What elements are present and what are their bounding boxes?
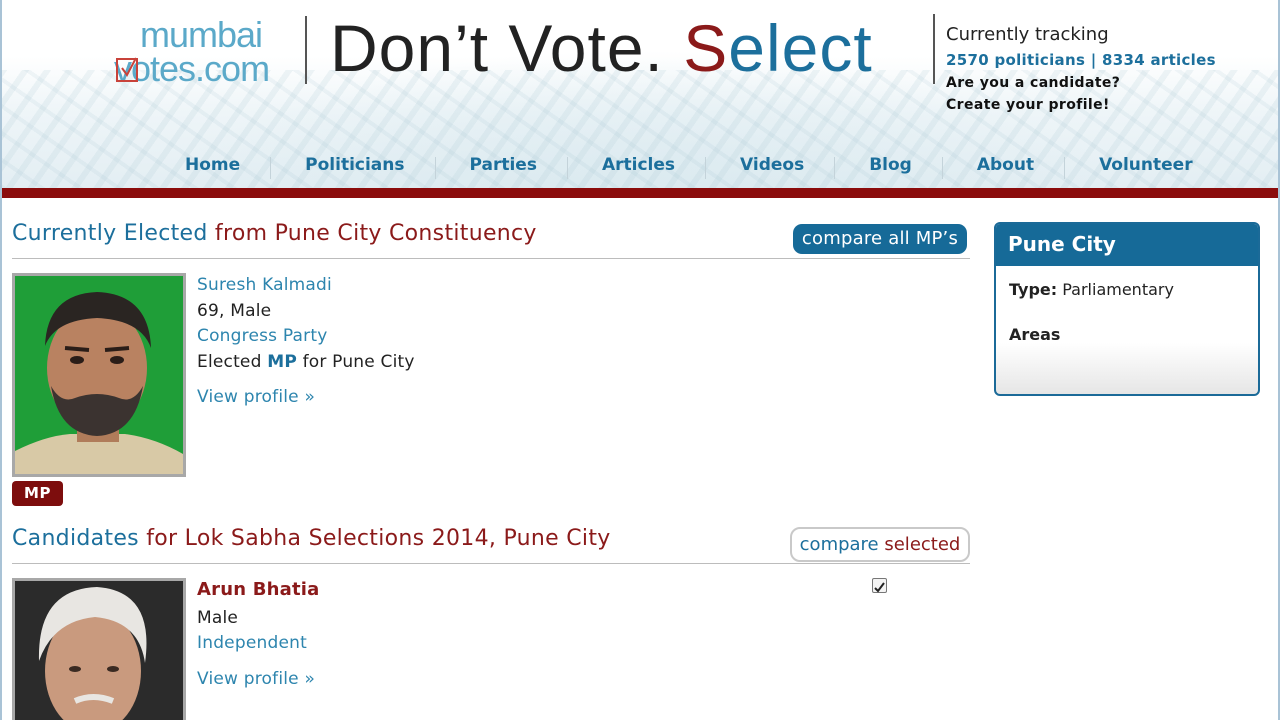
checkmark-icon xyxy=(874,582,885,593)
nav-about[interactable]: About xyxy=(941,155,1064,179)
mp-elected-line: Elected MP for Pune City xyxy=(197,350,415,376)
mp-portrait-illustration xyxy=(15,276,183,474)
constituency-type: Type: Parliamentary xyxy=(1009,280,1258,299)
mp-view-profile-link[interactable]: View profile » xyxy=(197,385,415,411)
tagline-part1: Don’t Vote. xyxy=(330,11,684,85)
compare-selected-button[interactable]: compare selected xyxy=(790,527,970,562)
tracking-panel: Currently tracking 2570 politicians | 83… xyxy=(946,24,1266,113)
site-logo[interactable]: mumbai votes.com xyxy=(114,14,294,89)
constituency-title: Pune City xyxy=(996,224,1258,266)
candidate-select-checkbox[interactable] xyxy=(872,578,887,593)
candidate-question: Are you a candidate? xyxy=(946,75,1121,91)
candidates-section-title: Candidates for Lok Sabha Selections 2014… xyxy=(12,526,611,551)
areas-label: Areas xyxy=(1009,325,1061,344)
nav-videos[interactable]: Videos xyxy=(705,155,834,179)
candidate-view-profile-link[interactable]: View profile » xyxy=(197,667,320,693)
mp-party-link[interactable]: Congress Party xyxy=(197,324,415,350)
elected-role: MP xyxy=(267,351,297,372)
header-divider xyxy=(933,14,935,84)
elected-suffix: for Pune City xyxy=(296,351,415,372)
main-nav: Home Politicians Parties Articles Videos… xyxy=(150,150,1223,180)
header-divider xyxy=(305,16,307,84)
mp-info: Suresh Kalmadi 69, Male Congress Party E… xyxy=(197,273,415,411)
type-value: Parliamentary xyxy=(1057,280,1174,299)
nav-politicians[interactable]: Politicians xyxy=(270,155,434,179)
candidate-portrait-illustration xyxy=(15,581,183,720)
tracking-label: Currently tracking xyxy=(946,24,1109,45)
nav-blog[interactable]: Blog xyxy=(834,155,942,179)
candidates-title-red: for Lok Sabha Selections 2014, Pune City xyxy=(138,526,611,551)
candidate-info: Arun Bhatia Male Independent View profil… xyxy=(197,577,320,692)
tagline-s: S xyxy=(683,11,729,85)
mp-age-gender: 69, Male xyxy=(197,300,272,321)
site-tagline: Don’t Vote. Select xyxy=(330,10,873,86)
create-profile-link[interactable]: Create your profile! xyxy=(946,97,1266,113)
nav-volunteer[interactable]: Volunteer xyxy=(1064,155,1223,179)
mp-name-link[interactable]: Suresh Kalmadi xyxy=(197,273,415,299)
logo-checkbox-icon xyxy=(116,57,138,82)
elected-title-blue: Currently Elected xyxy=(12,221,208,246)
site-header: mumbai votes.com Don’t Vote. Select Curr… xyxy=(0,0,1280,188)
nav-articles[interactable]: Articles xyxy=(566,155,705,179)
candidate-gender: Male xyxy=(197,607,239,628)
nav-home[interactable]: Home xyxy=(150,155,270,175)
nav-parties[interactable]: Parties xyxy=(434,155,567,179)
section-divider xyxy=(12,563,970,564)
mp-photo[interactable] xyxy=(12,273,186,477)
candidate-party-link[interactable]: Independent xyxy=(197,631,320,657)
compare-selected-label-b: selected xyxy=(884,534,961,555)
candidate-name-link[interactable]: Arun Bhatia xyxy=(197,577,320,603)
elected-section-title: Currently Elected from Pune City Constit… xyxy=(12,221,537,246)
constituency-sidebar: Pune City Type: Parliamentary Areas xyxy=(994,222,1260,396)
compare-selected-label-a: compare xyxy=(799,534,885,555)
header-red-bar xyxy=(0,188,1280,198)
type-label: Type: xyxy=(1009,280,1058,299)
elected-prefix: Elected xyxy=(197,351,268,372)
candidates-title-blue: Candidates xyxy=(12,526,139,551)
mp-badge: MP xyxy=(12,481,63,506)
candidate-photo[interactable] xyxy=(12,578,186,720)
compare-all-mps-button[interactable]: compare all MP’s xyxy=(793,224,967,254)
elected-title-red: from Pune City Constituency xyxy=(207,221,537,246)
tagline-rest: elect xyxy=(728,11,873,85)
tracking-stats-link[interactable]: 2570 politicians | 8334 articles xyxy=(946,51,1266,69)
section-divider xyxy=(12,258,970,259)
